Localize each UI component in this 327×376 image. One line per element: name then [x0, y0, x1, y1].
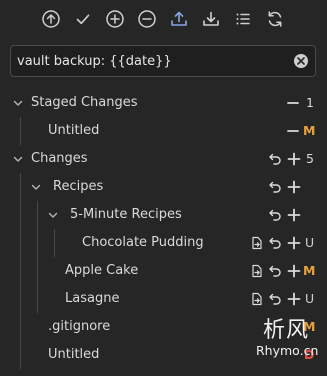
folder-row[interactable]: Recipes — [0, 173, 327, 201]
changes-header[interactable]: Changes 5 — [0, 145, 327, 173]
close-icon — [297, 57, 305, 65]
push-button[interactable] — [169, 9, 189, 29]
file-name: Untitled — [48, 123, 100, 138]
unstage-file-icon[interactable] — [286, 124, 300, 138]
stage-icon[interactable] — [287, 208, 301, 222]
circle-minus-icon — [138, 10, 156, 28]
stage-icon[interactable] — [287, 236, 301, 250]
chevron-down-icon[interactable] — [12, 97, 24, 109]
discard-icon[interactable] — [268, 208, 282, 222]
discard-icon[interactable] — [268, 264, 282, 278]
open-file-icon[interactable] — [250, 236, 264, 250]
stage-icon[interactable] — [287, 180, 301, 194]
refresh-button[interactable] — [265, 9, 285, 29]
discard-icon[interactable] — [268, 180, 282, 194]
list-view-button[interactable] — [233, 9, 253, 29]
staged-changes-title: Staged Changes — [31, 95, 138, 110]
stage-all-button[interactable] — [105, 9, 125, 29]
discard-icon[interactable] — [268, 236, 282, 250]
changes-title: Changes — [31, 151, 88, 166]
folder-name: 5-Minute Recipes — [70, 207, 182, 222]
refresh-icon — [268, 11, 282, 27]
commit-button[interactable] — [41, 9, 61, 29]
list-icon — [236, 13, 250, 25]
check-icon — [76, 14, 90, 25]
file-name: Lasagne — [65, 291, 120, 306]
upload-icon — [171, 11, 187, 26]
check-button[interactable] — [73, 9, 93, 29]
file-row[interactable]: Apple Cake M — [0, 257, 327, 285]
status-badge: U — [305, 291, 315, 306]
file-name: Untitled — [48, 347, 100, 362]
watermark-logo-text: 析风 — [263, 318, 310, 343]
status-badge: M — [303, 263, 316, 278]
file-name: Apple Cake — [65, 263, 139, 278]
download-icon — [203, 11, 219, 26]
staged-file-row[interactable]: Untitled M — [0, 117, 327, 145]
watermark-site-text: Rhymo.cn — [256, 343, 319, 358]
file-row[interactable]: Chocolate Pudding U — [0, 229, 327, 257]
circle-arrow-up-icon — [42, 10, 60, 28]
status-badge: M — [303, 123, 316, 138]
discard-icon[interactable] — [268, 292, 282, 306]
pull-button[interactable] — [201, 9, 221, 29]
chevron-down-icon[interactable] — [30, 181, 42, 193]
unstage-all-icon[interactable] — [286, 96, 300, 110]
commit-message-input[interactable] — [11, 46, 287, 76]
file-row[interactable]: Lasagne U — [0, 285, 327, 313]
unstage-all-button[interactable] — [137, 9, 157, 29]
open-file-icon[interactable] — [250, 264, 264, 278]
stage-all-icon[interactable] — [287, 152, 301, 166]
chevron-down-icon[interactable] — [12, 153, 24, 165]
stage-icon[interactable] — [287, 264, 301, 278]
file-name: .gitignore — [48, 319, 111, 334]
file-name: Chocolate Pudding — [82, 235, 204, 250]
source-control-toolbar — [0, 0, 327, 38]
open-file-icon[interactable] — [250, 292, 264, 306]
staged-count-badge: 1 — [306, 95, 314, 110]
folder-name: Recipes — [53, 179, 104, 194]
clear-message-button[interactable] — [294, 54, 308, 68]
chevron-down-icon[interactable] — [47, 209, 59, 221]
circle-plus-icon — [106, 10, 124, 28]
discard-all-icon[interactable] — [268, 152, 282, 166]
stage-icon[interactable] — [287, 292, 301, 306]
staged-changes-header[interactable]: Staged Changes 1 — [0, 89, 327, 117]
changes-count-badge: 5 — [306, 151, 314, 166]
status-badge: U — [305, 235, 315, 250]
commit-message-box — [10, 45, 316, 77]
folder-row[interactable]: 5-Minute Recipes — [0, 201, 327, 229]
